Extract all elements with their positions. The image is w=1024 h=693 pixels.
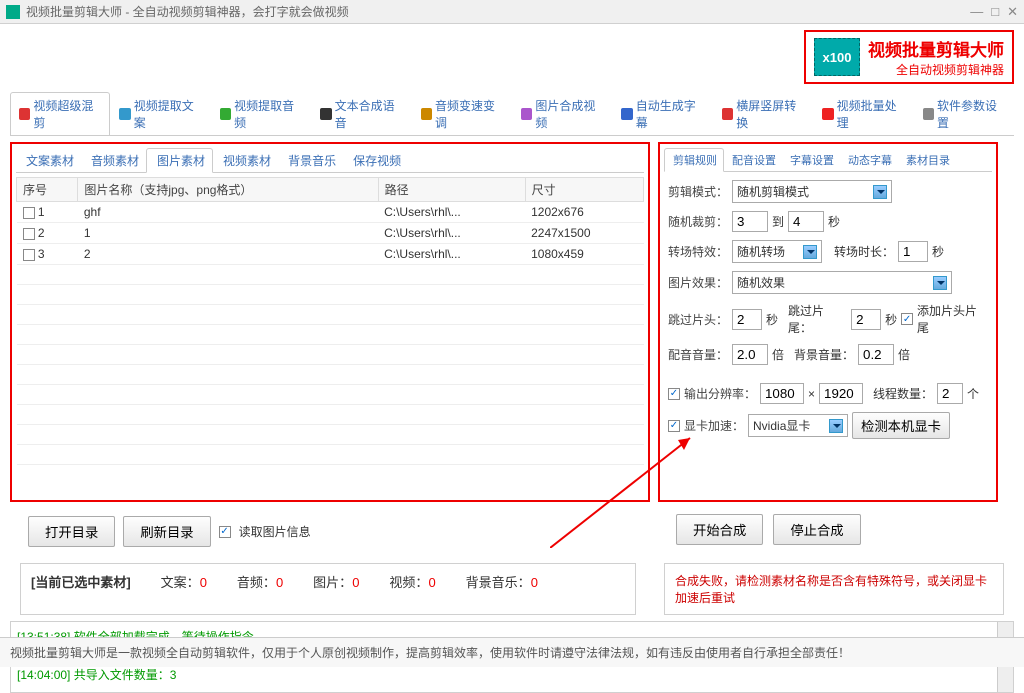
tab-icon xyxy=(119,108,130,120)
trans-dur-input[interactable] xyxy=(898,241,928,262)
main-tab-2[interactable]: 视频提取音频 xyxy=(211,92,311,135)
trans-label: 转场特效： xyxy=(668,243,728,260)
tab-icon xyxy=(722,108,733,120)
settings-tab-1[interactable]: 配音设置 xyxy=(724,148,782,171)
col-header[interactable]: 尺寸 xyxy=(525,178,643,202)
gpu-checkbox[interactable]: ✓ xyxy=(668,420,680,432)
tab-icon xyxy=(621,108,632,120)
table-row[interactable]: 1ghfC:\Users\rhl\...1202x676 xyxy=(17,202,644,223)
app-icon xyxy=(6,5,20,19)
rand-to-input[interactable] xyxy=(788,211,824,232)
outres-label: 输出分辨率： xyxy=(684,385,756,402)
col-header[interactable]: 序号 xyxy=(17,178,78,202)
banner-title: 视频批量剪辑大师 xyxy=(868,36,1004,61)
add-headtail-checkbox[interactable]: ✓ xyxy=(901,313,913,325)
imgfx-label: 图片效果： xyxy=(668,274,728,291)
trans-select[interactable]: 随机转场 xyxy=(732,240,822,263)
banner-subtitle: 全自动视频剪辑神器 xyxy=(868,61,1004,78)
banner: x100 视频批量剪辑大师 全自动视频剪辑神器 xyxy=(804,30,1014,84)
sub-tab-0[interactable]: 文案素材 xyxy=(16,148,81,172)
sub-tab-2[interactable]: 图片素材 xyxy=(146,148,213,173)
out-w-input[interactable] xyxy=(760,383,804,404)
maximize-icon[interactable]: □ xyxy=(991,4,999,20)
mode-label: 剪辑模式： xyxy=(668,183,728,200)
randcut-label: 随机裁剪： xyxy=(668,213,728,230)
gpu-select[interactable]: Nvidia显卡 xyxy=(748,414,848,437)
gpu-label: 显卡加速： xyxy=(684,417,744,434)
threads-input[interactable] xyxy=(937,383,963,404)
row-checkbox[interactable] xyxy=(23,249,35,261)
mode-select[interactable]: 随机剪辑模式 xyxy=(732,180,892,203)
error-message: 合成失败，请检测素材名称是否含有特殊符号，或关闭显卡加速后重试 xyxy=(664,563,1004,615)
settings-panel: 剪辑规则配音设置字幕设置动态字幕素材目录 剪辑模式： 随机剪辑模式 随机裁剪： … xyxy=(658,142,998,502)
app-title: 视频批量剪辑大师 - 全自动视频剪辑神器，会打字就会做视频 xyxy=(26,3,349,20)
tab-icon xyxy=(421,108,432,120)
settings-subtabs: 剪辑规则配音设置字幕设置动态字幕素材目录 xyxy=(664,148,992,172)
settings-tab-0[interactable]: 剪辑规则 xyxy=(664,148,724,172)
sub-tab-1[interactable]: 音频素材 xyxy=(81,148,146,172)
read-imginfo-checkbox[interactable]: ✓ xyxy=(219,526,231,538)
close-icon[interactable]: ✕ xyxy=(1007,4,1018,20)
row-checkbox[interactable] xyxy=(23,207,35,219)
status-bar: 视频批量剪辑大师是一款视频全自动剪辑软件，仅用于个人原创视频制作，提高剪辑效率，… xyxy=(0,637,1024,667)
tab-icon xyxy=(19,108,30,120)
main-tab-7[interactable]: 横屏竖屏转换 xyxy=(713,92,813,135)
dropdown-icon xyxy=(933,276,947,290)
skip-head-input[interactable] xyxy=(732,309,762,330)
open-dir-button[interactable]: 打开目录 xyxy=(28,516,115,547)
tab-icon xyxy=(923,108,934,120)
out-h-input[interactable] xyxy=(819,383,863,404)
dropdown-icon xyxy=(803,245,817,259)
table-row[interactable]: 32C:\Users\rhl\...1080x459 xyxy=(17,244,644,265)
settings-tab-3[interactable]: 动态字幕 xyxy=(840,148,898,171)
material-panel: 文案素材音频素材图片素材视频素材背景音乐保存视频 序号图片名称（支持jpg、pn… xyxy=(10,142,650,502)
main-tab-0[interactable]: 视频超级混剪 xyxy=(10,92,110,135)
skip-head-label: 跳过片头： xyxy=(668,311,728,328)
settings-tab-2[interactable]: 字幕设置 xyxy=(782,148,840,171)
log-line: [14:04:00] 共导入文件数量：3 xyxy=(17,666,1007,683)
outres-checkbox[interactable]: ✓ xyxy=(668,388,680,400)
tab-icon xyxy=(822,108,833,120)
col-header[interactable]: 图片名称（支持jpg、png格式） xyxy=(78,178,378,202)
sub-tab-5[interactable]: 保存视频 xyxy=(343,148,408,172)
main-tab-9[interactable]: 软件参数设置 xyxy=(914,92,1014,135)
tab-icon xyxy=(220,108,231,120)
bgm-vol-input[interactable] xyxy=(858,344,894,365)
sub-tab-4[interactable]: 背景音乐 xyxy=(278,148,343,172)
title-bar: 视频批量剪辑大师 - 全自动视频剪辑神器，会打字就会做视频 — □ ✕ xyxy=(0,0,1024,24)
main-tab-4[interactable]: 音频变速变调 xyxy=(412,92,512,135)
col-header[interactable]: 路径 xyxy=(378,178,525,202)
dropdown-icon xyxy=(873,185,887,199)
main-tab-6[interactable]: 自动生成字幕 xyxy=(612,92,712,135)
row-checkbox[interactable] xyxy=(23,228,35,240)
tab-icon xyxy=(320,108,331,120)
stop-button[interactable]: 停止合成 xyxy=(773,514,860,545)
table-row[interactable]: 21C:\Users\rhl\...2247x1500 xyxy=(17,223,644,244)
material-table: 序号图片名称（支持jpg、png格式）路径尺寸 1ghfC:\Users\rhl… xyxy=(16,177,644,465)
tab-icon xyxy=(521,108,532,120)
main-tabs: 视频超级混剪视频提取文案视频提取音频文本合成语音音频变速变调图片合成视频自动生成… xyxy=(10,92,1014,136)
refresh-dir-button[interactable]: 刷新目录 xyxy=(123,516,210,547)
selected-summary: [当前已选中素材] 文案：0 音频：0 图片：0 视频：0 背景音乐：0 xyxy=(20,563,636,615)
skip-tail-input[interactable] xyxy=(851,309,881,330)
banner-icon: x100 xyxy=(814,38,860,76)
voice-vol-input[interactable] xyxy=(732,344,768,365)
main-tab-5[interactable]: 图片合成视频 xyxy=(512,92,612,135)
dropdown-icon xyxy=(829,419,843,433)
main-tab-8[interactable]: 视频批量处理 xyxy=(813,92,913,135)
start-button[interactable]: 开始合成 xyxy=(676,514,763,545)
minimize-icon[interactable]: — xyxy=(970,4,983,20)
sub-tab-3[interactable]: 视频素材 xyxy=(213,148,278,172)
main-tab-1[interactable]: 视频提取文案 xyxy=(110,92,210,135)
rand-from-input[interactable] xyxy=(732,211,768,232)
settings-tab-4[interactable]: 素材目录 xyxy=(898,148,956,171)
voice-vol-label: 配音音量： xyxy=(668,346,728,363)
material-subtabs: 文案素材音频素材图片素材视频素材背景音乐保存视频 xyxy=(16,148,644,173)
detect-gpu-button[interactable]: 检测本机显卡 xyxy=(852,412,950,439)
main-tab-3[interactable]: 文本合成语音 xyxy=(311,92,411,135)
imgfx-select[interactable]: 随机效果 xyxy=(732,271,952,294)
